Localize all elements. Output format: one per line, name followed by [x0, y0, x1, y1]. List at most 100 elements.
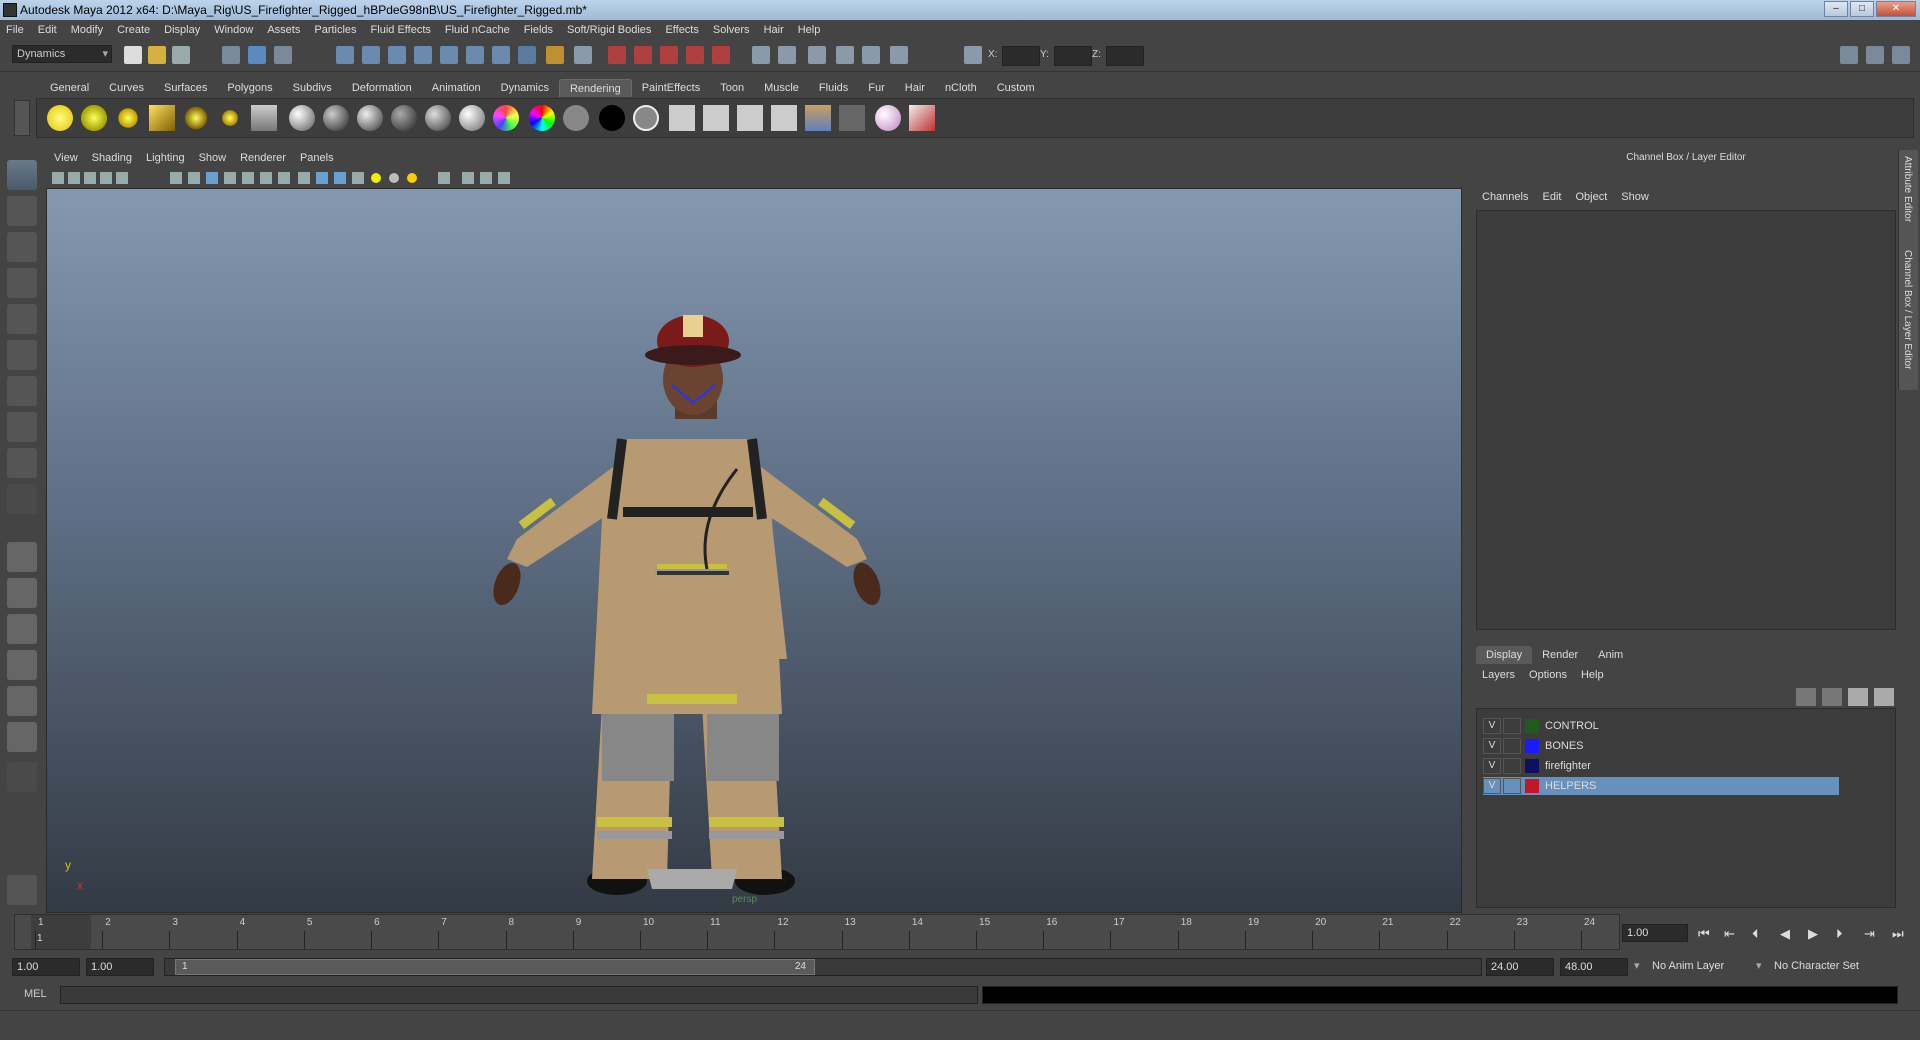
- construction-history-icon[interactable]: [492, 46, 510, 64]
- shelf-tab-subdivs[interactable]: Subdivs: [283, 79, 342, 97]
- menu-window[interactable]: Window: [214, 24, 253, 36]
- render-view-shelf-icon[interactable]: [839, 105, 865, 131]
- layer-playback-toggle[interactable]: [1503, 738, 1521, 754]
- shelf-tab-ncloth[interactable]: nCloth: [935, 79, 987, 97]
- layer-move-up-icon[interactable]: [1848, 688, 1868, 706]
- layer-tab-display[interactable]: Display: [1476, 646, 1533, 664]
- render-current-frame-icon[interactable]: [608, 46, 626, 64]
- shelf-tab-animation[interactable]: Animation: [422, 79, 491, 97]
- shelf-tab-muscle[interactable]: Muscle: [754, 79, 809, 97]
- layer-move-down-icon[interactable]: [1874, 688, 1894, 706]
- layout-chevron-icon[interactable]: [7, 762, 37, 792]
- snap-surface-icon[interactable]: [466, 46, 484, 64]
- new-empty-layer-icon[interactable]: [1796, 688, 1816, 706]
- single-perspective-layout-icon[interactable]: [7, 542, 37, 572]
- help-icon[interactable]: [518, 46, 536, 64]
- layer-playback-toggle[interactable]: [1503, 758, 1521, 774]
- four-view-layout-icon[interactable]: [7, 578, 37, 608]
- viewport-menu-show[interactable]: Show: [199, 152, 227, 164]
- menu-fluid-effects[interactable]: Fluid Effects: [371, 24, 431, 36]
- show-hide-attribute-editor-icon[interactable]: [778, 46, 796, 64]
- lasso-tool-icon[interactable]: [7, 196, 37, 226]
- anim-layer-dropdown[interactable]: No Anim Layer: [1652, 960, 1724, 972]
- universal-manipulator-icon[interactable]: [7, 376, 37, 406]
- cb-menu-edit[interactable]: Edit: [1542, 191, 1561, 203]
- menu-fluid-ncache[interactable]: Fluid nCache: [445, 24, 510, 36]
- layer-visibility-toggle[interactable]: V: [1483, 778, 1501, 794]
- mel-label[interactable]: MEL: [24, 988, 47, 1000]
- menu-modify[interactable]: Modify: [71, 24, 103, 36]
- layer-visibility-toggle[interactable]: V: [1483, 738, 1501, 754]
- surface-shader-icon[interactable]: [563, 105, 589, 131]
- mel-input[interactable]: [60, 986, 978, 1004]
- ipr-render-shelf-icon[interactable]: [703, 105, 729, 131]
- paint-brush-icon[interactable]: [909, 105, 935, 131]
- last-tool-icon[interactable]: [7, 484, 37, 514]
- lambert-material-icon[interactable]: [323, 105, 349, 131]
- render-globals-icon[interactable]: [771, 105, 797, 131]
- layer-playback-toggle[interactable]: [1503, 778, 1521, 794]
- directional-light-icon[interactable]: [81, 105, 107, 131]
- animation-start-field[interactable]: 1.00: [12, 958, 80, 976]
- spot-light-icon[interactable]: [149, 105, 175, 131]
- range-slider[interactable]: 1 24: [164, 958, 1482, 976]
- shelf-tab-hair[interactable]: Hair: [895, 79, 935, 97]
- layer-playback-toggle[interactable]: [1503, 718, 1521, 734]
- shelf-tab-painteffects[interactable]: PaintEffects: [632, 79, 711, 97]
- minimize-button[interactable]: –: [1824, 1, 1848, 17]
- shelf-tab-deformation[interactable]: Deformation: [342, 79, 422, 97]
- menu-hair[interactable]: Hair: [764, 24, 784, 36]
- new-scene-icon[interactable]: [124, 46, 142, 64]
- layer-color-swatch[interactable]: [1525, 779, 1539, 793]
- layer-color-swatch[interactable]: [1525, 719, 1539, 733]
- anim-layer-dropdown-arrow[interactable]: ▾: [1634, 959, 1640, 972]
- snap-curve-icon[interactable]: [362, 46, 380, 64]
- playback-start-field[interactable]: 1.00: [86, 958, 154, 976]
- select-component-icon[interactable]: [274, 46, 292, 64]
- paint-select-tool-icon[interactable]: [7, 232, 37, 262]
- step-forward-key-icon[interactable]: ⇥: [1864, 926, 1875, 942]
- phong-material-icon[interactable]: [357, 105, 383, 131]
- lock-icon[interactable]: [546, 46, 564, 64]
- menu-effects[interactable]: Effects: [665, 24, 698, 36]
- anisotropic-material-icon[interactable]: [425, 105, 451, 131]
- select-hierarchy-icon[interactable]: [222, 46, 240, 64]
- menu-create[interactable]: Create: [117, 24, 150, 36]
- hypershade-shelf-icon[interactable]: [805, 105, 831, 131]
- transform-mode-icon[interactable]: [964, 46, 982, 64]
- layer-menu-layers[interactable]: Layers: [1482, 669, 1515, 681]
- layer-tab-render[interactable]: Render: [1532, 646, 1588, 664]
- cb-menu-channels[interactable]: Channels: [1482, 191, 1528, 203]
- render-settings-icon[interactable]: [660, 46, 678, 64]
- z-field[interactable]: [1106, 46, 1144, 66]
- phonge-material-icon[interactable]: [391, 105, 417, 131]
- shelf-tab-toon[interactable]: Toon: [710, 79, 754, 97]
- go-to-start-icon[interactable]: ⏮: [1698, 926, 1710, 942]
- select-object-icon[interactable]: [248, 46, 266, 64]
- shelf-tab-curves[interactable]: Curves: [99, 79, 154, 97]
- layer-color-swatch[interactable]: [1525, 739, 1539, 753]
- volume-light-icon[interactable]: [217, 105, 243, 131]
- range-slider-handle[interactable]: 1 24: [175, 959, 815, 975]
- viewport-panel-toolbar-icons[interactable]: [46, 168, 566, 188]
- use-background-icon[interactable]: [599, 105, 625, 131]
- step-forward-frame-icon[interactable]: ⏵: [1836, 926, 1843, 942]
- character-set-dropdown[interactable]: No Character Set: [1774, 960, 1859, 972]
- open-scene-icon[interactable]: [148, 46, 166, 64]
- channel-box-area[interactable]: [1476, 210, 1896, 630]
- camera-icon[interactable]: [251, 105, 277, 131]
- play-backwards-icon[interactable]: ◀: [1780, 926, 1790, 942]
- show-manipulator-icon[interactable]: [7, 448, 37, 478]
- step-back-frame-icon[interactable]: ⏴: [1752, 926, 1759, 942]
- maximize-button[interactable]: □: [1850, 1, 1874, 17]
- shelf-tab-general[interactable]: General: [40, 79, 99, 97]
- scale-tool-icon[interactable]: [7, 340, 37, 370]
- shelf-tab-custom[interactable]: Custom: [987, 79, 1045, 97]
- playback-end-field[interactable]: 24.00: [1486, 958, 1554, 976]
- step-back-key-icon[interactable]: ⇤: [1724, 926, 1735, 942]
- layer-visibility-toggle[interactable]: V: [1483, 718, 1501, 734]
- channel-box-toggle-icon[interactable]: [1892, 46, 1910, 64]
- blinn-material-icon[interactable]: [289, 105, 315, 131]
- viewport-menu-renderer[interactable]: Renderer: [240, 152, 286, 164]
- outliner-icon[interactable]: [890, 46, 908, 64]
